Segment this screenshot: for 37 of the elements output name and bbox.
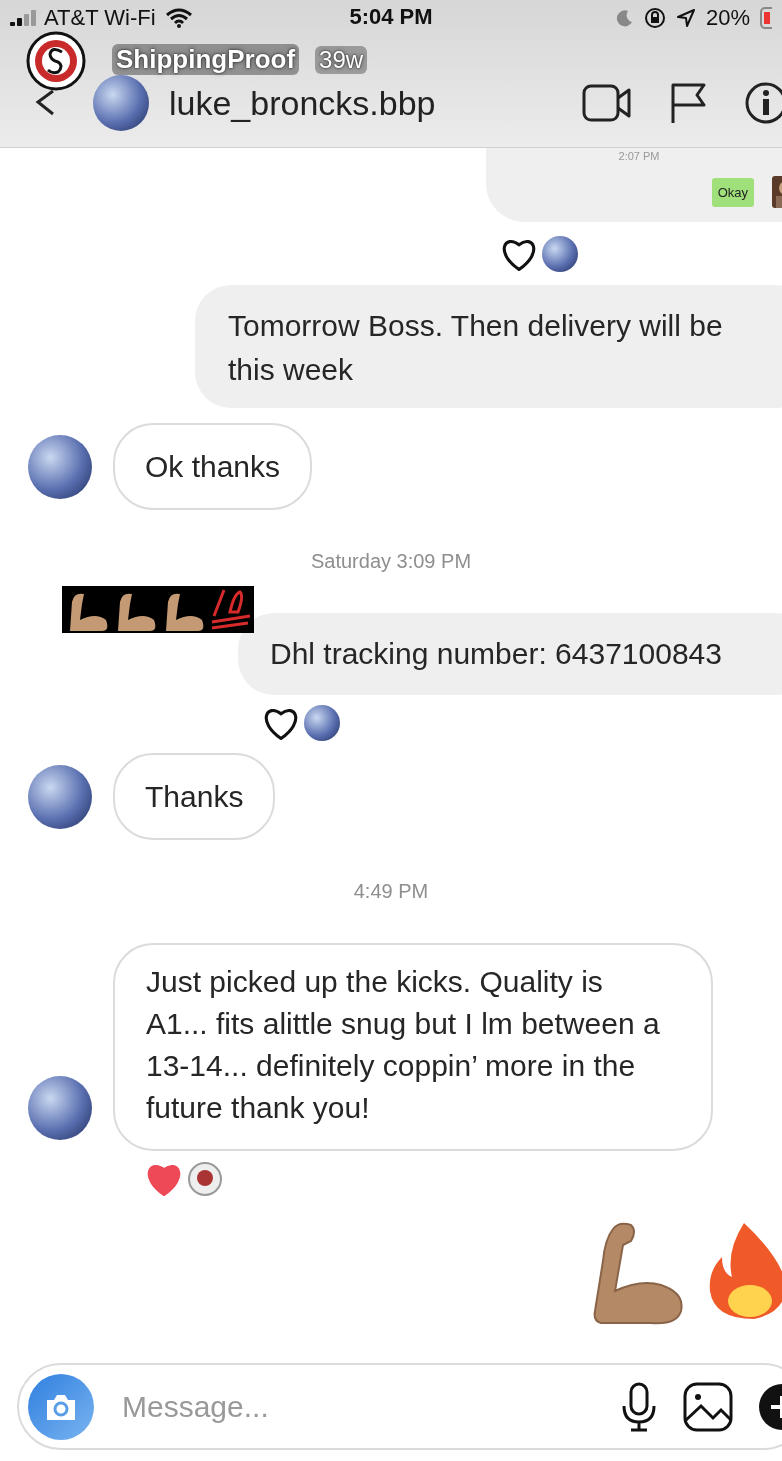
- logo-icon: [24, 30, 88, 92]
- location-icon: [675, 8, 696, 28]
- chat-timestamp: Saturday 3:09 PM: [309, 550, 473, 573]
- sticker-avatar: [187, 1160, 223, 1197]
- carrier-name: AT&T Wi-Fi: [44, 5, 156, 31]
- status-time: 5:04 PM: [349, 4, 433, 30]
- battery-percent: 20%: [705, 5, 750, 31]
- signal-icon: [10, 10, 38, 26]
- chat-timestamp: 4:49 PM: [352, 879, 430, 903]
- chat-bubble: Tomorrow Boss. Then delivery will be this week: [195, 285, 782, 408]
- message-composer[interactable]: Message...: [17, 1363, 782, 1450]
- chat-bubble: Thanks: [113, 752, 276, 840]
- back-icon[interactable]: [35, 90, 55, 116]
- avatar[interactable]: [93, 75, 149, 131]
- video-call-icon[interactable]: [582, 84, 632, 122]
- chat-bubble: Okay: [711, 177, 754, 207]
- wifi-icon: [165, 8, 192, 28]
- microphone-icon[interactable]: [621, 1381, 657, 1432]
- image-icon[interactable]: [683, 1381, 733, 1432]
- shared-story-card[interactable]: 2:07 PM Okay: [486, 148, 782, 222]
- flag-icon[interactable]: [670, 82, 706, 124]
- chat-bubble: Ok thanks: [113, 423, 313, 510]
- message-time: 2:07 PM: [618, 150, 660, 162]
- avatar: [304, 704, 340, 741]
- rotation-lock-icon: [643, 7, 666, 29]
- camera-button[interactable]: [28, 1373, 94, 1440]
- info-icon[interactable]: [744, 81, 782, 125]
- chat-bubble: Just picked up the kicks. Quality is A1... fits alittle snug but I lm between a 13-14... definitely coppin’ more in the future thank you!: [113, 942, 713, 1151]
- heart-icon[interactable]: [500, 237, 538, 271]
- avatar: [542, 236, 578, 272]
- moon-icon: [615, 9, 634, 27]
- chat-bubble: Dhl tracking number: 6437100843: [238, 613, 782, 695]
- message-input[interactable]: Message...: [120, 1388, 424, 1425]
- username[interactable]: luke_broncks.bbp: [169, 83, 436, 123]
- flexed-biceps-icon: [591, 1220, 686, 1325]
- battery-icon: [760, 7, 772, 29]
- story-age: 39w: [315, 46, 368, 74]
